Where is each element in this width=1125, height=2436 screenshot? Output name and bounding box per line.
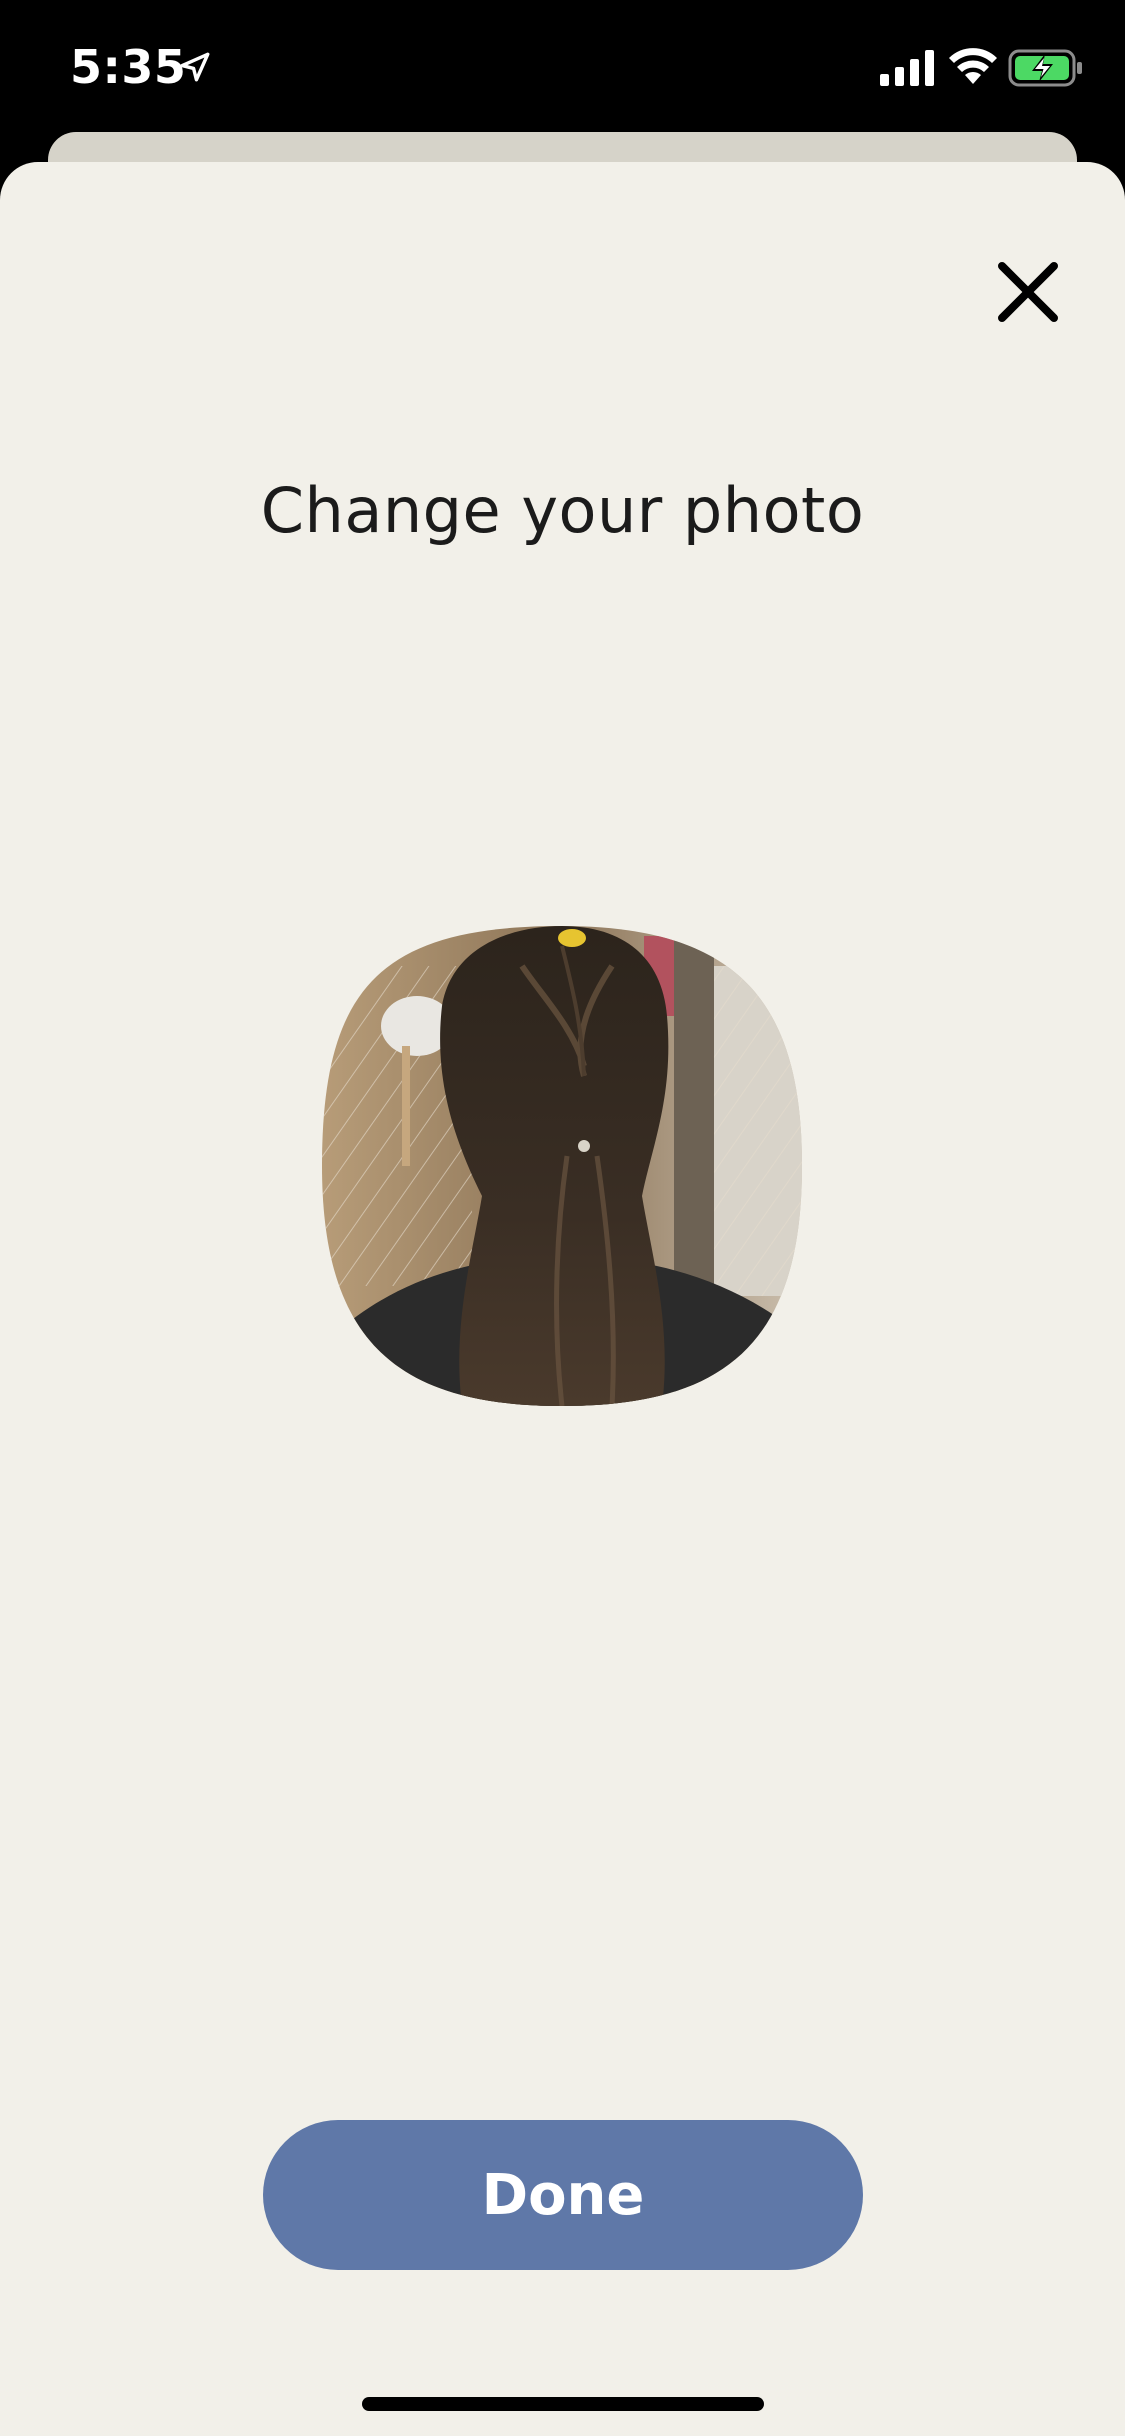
- page-title: Change your photo: [260, 474, 865, 547]
- wifi-icon: [949, 48, 997, 84]
- profile-photo[interactable]: [322, 926, 802, 1406]
- close-icon[interactable]: [990, 254, 1066, 330]
- cellular-signal-icon: [880, 50, 934, 86]
- done-button[interactable]: Done: [263, 2120, 863, 2270]
- battery-charging-icon: [1008, 49, 1082, 87]
- status-bar: 5:35: [0, 0, 1125, 132]
- screen: 5:35 Change your photo Done: [0, 0, 1125, 2436]
- location-arrow-icon: [180, 52, 210, 82]
- status-time: 5:35: [70, 40, 187, 94]
- home-indicator[interactable]: [362, 2397, 764, 2411]
